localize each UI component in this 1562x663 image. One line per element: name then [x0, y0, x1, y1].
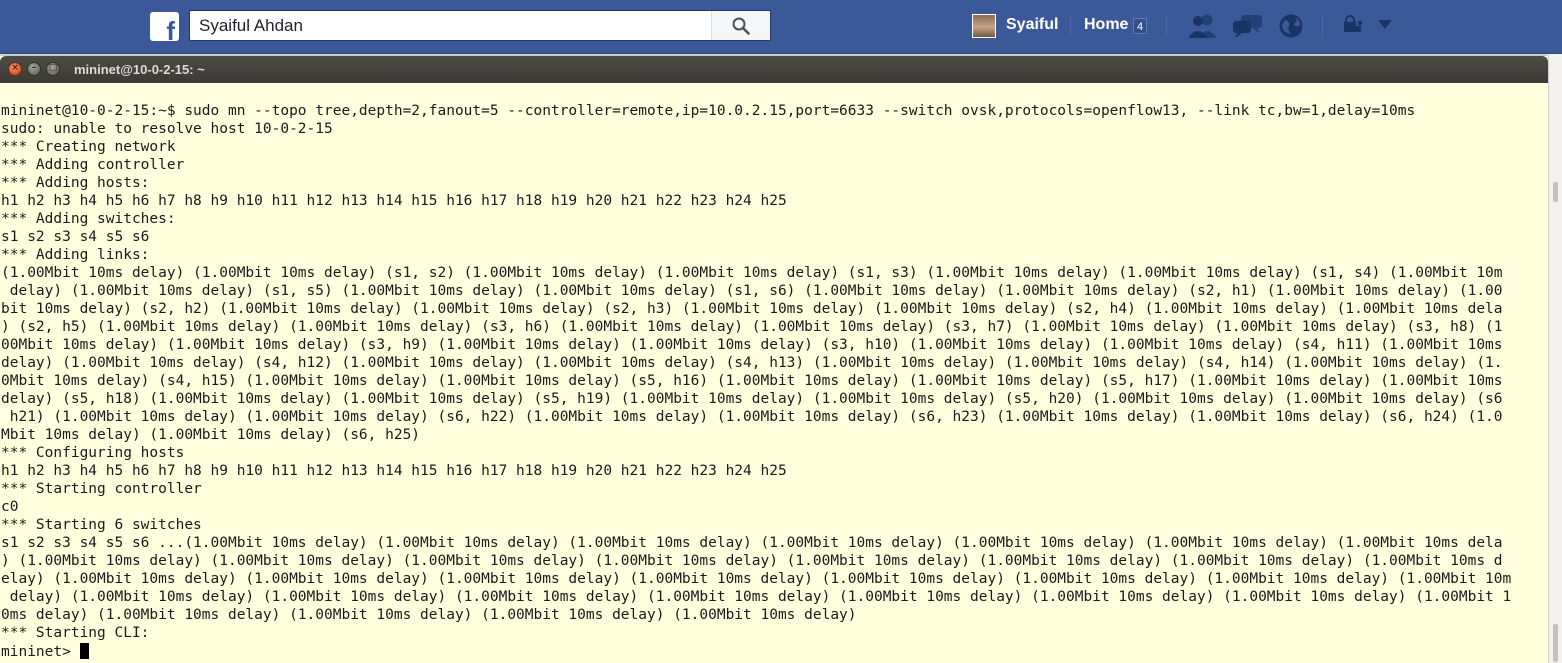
terminal-line: *** Creating network	[1, 139, 176, 155]
terminal-line: *** Adding switches:	[1, 211, 176, 227]
divider	[1166, 14, 1167, 36]
close-button[interactable]: ×	[8, 62, 22, 76]
terminal-line: s1 s2 s3 s4 s5 s6	[1, 229, 150, 245]
terminal-line: *** Adding controller	[1, 157, 185, 173]
terminal-line: *** Starting 6 switches	[1, 517, 202, 533]
terminal-line: delay) (s5, h18) (1.00Mbit 10ms delay) (…	[1, 391, 1503, 407]
close-icon: ×	[11, 63, 19, 73]
terminal-line: 0Mbit 10ms delay) (s4, h15) (1.00Mbit 10…	[1, 373, 1503, 389]
terminal-line: mininet@10-0-2-15:~$ sudo mn --topo tree…	[1, 103, 1416, 119]
scrollbar-thumb[interactable]	[1553, 624, 1558, 662]
terminal-line: *** Adding links:	[1, 247, 150, 263]
terminal-title: mininet@10-0-2-15: ~	[74, 62, 205, 77]
terminal-line: ) (s2, h5) (1.00Mbit 10ms delay) (1.00Mb…	[1, 319, 1503, 335]
facebook-search-input[interactable]	[190, 11, 728, 40]
scrollbar[interactable]	[1548, 56, 1562, 663]
maximize-button[interactable]: □	[46, 62, 60, 76]
profile-name-link[interactable]: Syaiful	[1006, 16, 1058, 34]
avatar[interactable]	[972, 14, 996, 38]
minimize-icon: –	[31, 63, 37, 73]
search-icon	[732, 17, 750, 35]
terminal-line: elay) (1.00Mbit 10ms delay) (1.00Mbit 10…	[1, 571, 1512, 587]
account-menu-chevron-icon[interactable]	[1377, 19, 1393, 31]
scrollbar-thumb[interactable]	[1553, 182, 1558, 202]
terminal-line: s1 s2 s3 s4 s5 s6 ...(1.00Mbit 10ms dela…	[1, 535, 1503, 551]
facebook-logo[interactable]: f	[150, 12, 179, 46]
terminal-lines: mininet@10-0-2-15:~$ sudo mn --topo tree…	[1, 103, 1511, 661]
terminal-line: h1 h2 h3 h4 h5 h6 h7 h8 h9 h10 h11 h12 h…	[1, 463, 787, 479]
terminal-line: sudo: unable to resolve host 10-0-2-15	[1, 121, 333, 137]
terminal-line: bit 10ms delay) (s2, h2) (1.00Mbit 10ms …	[1, 301, 1503, 317]
terminal-line: Mbit 10ms delay) (1.00Mbit 10ms delay) (…	[1, 427, 421, 443]
terminal-titlebar[interactable]: × – □ mininet@10-0-2-15: ~	[0, 56, 1548, 83]
home-link[interactable]: Home	[1084, 16, 1128, 34]
terminal-prompt-line[interactable]: mininet>	[1, 643, 1511, 661]
minimize-button[interactable]: –	[27, 62, 41, 76]
terminal-line: 0ms delay) (1.00Mbit 10ms delay) (1.00Mb…	[1, 607, 857, 623]
facebook-search-button[interactable]	[711, 11, 770, 40]
facebook-logo-letter: f	[166, 16, 175, 46]
facebook-search-box	[189, 10, 771, 41]
text-cursor	[79, 643, 89, 659]
terminal-line: *** Configuring hosts	[1, 445, 185, 461]
messages-icon[interactable]	[1232, 13, 1264, 39]
divider	[1322, 14, 1323, 36]
terminal-line: *** Starting CLI:	[1, 625, 150, 641]
terminal-line: h21) (1.00Mbit 10ms delay) (1.00Mbit 10m…	[1, 409, 1503, 425]
terminal-line: *** Starting controller	[1, 481, 202, 497]
maximize-icon: □	[48, 63, 58, 73]
terminal-line: c0	[1, 499, 19, 515]
terminal-line: ) (1.00Mbit 10ms delay) (1.00Mbit 10ms d…	[1, 553, 1503, 569]
terminal-line: delay) (1.00Mbit 10ms delay) (s1, s5) (1…	[1, 283, 1503, 299]
facebook-top-bar: f Syaiful Home 4	[0, 0, 1562, 54]
terminal-line: delay) (1.00Mbit 10ms delay) (s4, h12) (…	[1, 355, 1503, 371]
terminal-prompt: mininet>	[1, 644, 80, 660]
terminal-line: delay) (1.00Mbit 10ms delay) (1.00Mbit 1…	[1, 589, 1512, 605]
terminal-line: h1 h2 h3 h4 h5 h6 h7 h8 h9 h10 h11 h12 h…	[1, 193, 787, 209]
terminal-line: *** Adding hosts:	[1, 175, 150, 191]
terminal-window: × – □ mininet@10-0-2-15: ~ mininet@10-0-…	[0, 56, 1548, 663]
terminal-output[interactable]: mininet@10-0-2-15:~$ sudo mn --topo tree…	[0, 83, 1548, 663]
privacy-lock-icon[interactable]	[1342, 13, 1366, 39]
terminal-line: (1.00Mbit 10ms delay) (1.00Mbit 10ms del…	[1, 265, 1503, 281]
notifications-globe-icon[interactable]	[1277, 13, 1305, 39]
friend-requests-icon[interactable]	[1187, 13, 1219, 39]
home-count-badge: 4	[1133, 18, 1147, 34]
divider	[1070, 14, 1071, 36]
terminal-line: 00Mbit 10ms delay) (1.00Mbit 10ms delay)…	[1, 337, 1503, 353]
